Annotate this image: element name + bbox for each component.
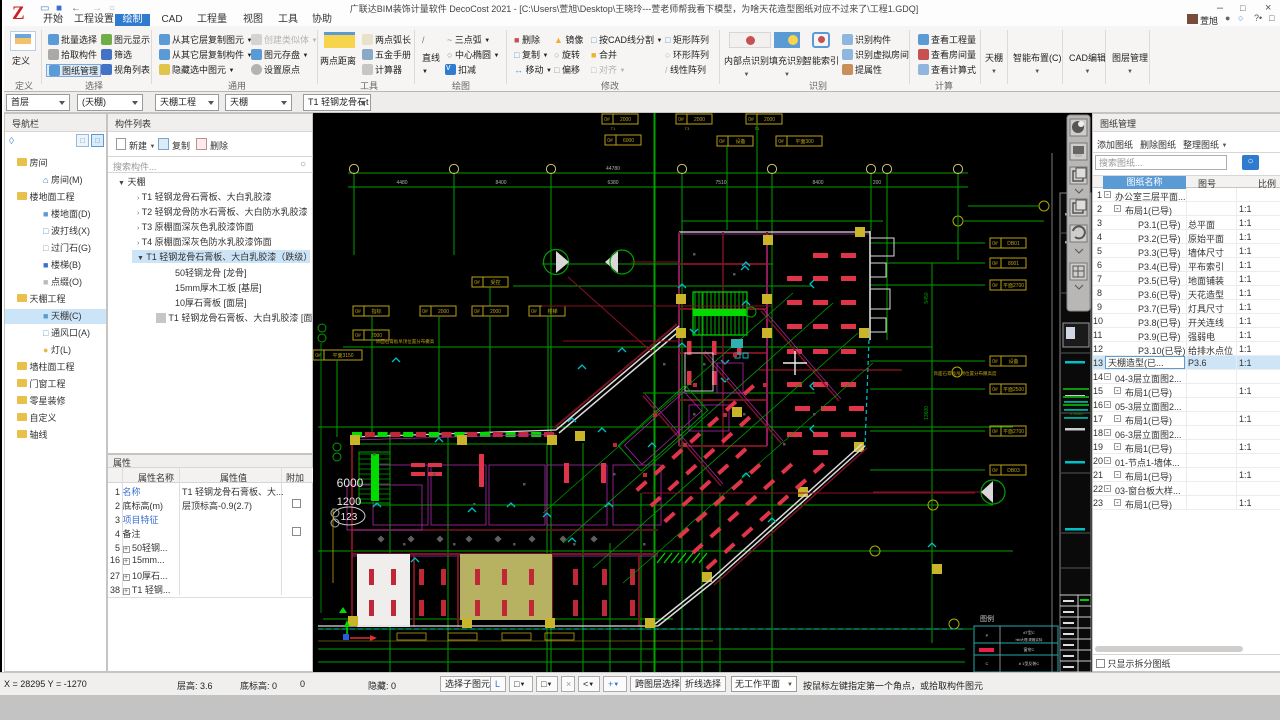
- svg-text:图例: 图例: [980, 614, 994, 623]
- svg-text:8400: 8400: [495, 180, 506, 186]
- svg-text:平面2500: 平面2500: [1003, 387, 1024, 393]
- svg-text:7510: 7510: [715, 180, 726, 186]
- svg-text:2000: 2000: [620, 117, 631, 123]
- svg-text:0#: 0#: [531, 309, 537, 315]
- svg-text:0#: 0#: [778, 139, 784, 145]
- svg-text:0#: 0#: [604, 117, 610, 123]
- svg-text:DB03: DB03: [1007, 468, 1020, 474]
- svg-text:#T型C: #T型C: [1023, 629, 1035, 635]
- svg-text:6380: 6380: [607, 180, 618, 186]
- svg-text:平面3150: 平面3150: [332, 353, 353, 359]
- svg-text:0#: 0#: [678, 117, 684, 123]
- svg-text:平面2700: 平面2700: [1003, 283, 1024, 289]
- svg-text:C: C: [986, 661, 989, 666]
- svg-text:5450: 5450: [924, 292, 930, 303]
- svg-text:1200: 1200: [337, 496, 361, 508]
- svg-text:2000: 2000: [764, 117, 775, 123]
- svg-text:楼梯: 楼梯: [547, 308, 557, 315]
- svg-text:DB01: DB01: [1007, 241, 1020, 247]
- svg-text:0#: 0#: [422, 309, 428, 315]
- svg-text:2000: 2000: [694, 117, 705, 123]
- svg-text:0#: 0#: [315, 353, 321, 359]
- svg-text:6000: 6000: [337, 476, 364, 490]
- svg-text:饰面石膏板吊顶位置分布撒高度: 饰面石膏板吊顶位置分布撒高度: [934, 370, 997, 377]
- svg-text:T1: T1: [611, 126, 616, 131]
- svg-text:8001: 8001: [1008, 261, 1019, 267]
- svg-text:P: P: [986, 633, 989, 638]
- svg-text:hfd大理,规格实际: hfd大理,规格实际: [1016, 637, 1043, 642]
- svg-text:平面2700: 平面2700: [1003, 429, 1024, 435]
- svg-text:0#: 0#: [748, 117, 754, 123]
- svg-text:T3: T3: [685, 126, 690, 131]
- svg-text:2000: 2000: [438, 309, 449, 315]
- svg-text:13600: 13600: [924, 406, 930, 420]
- svg-text:0#: 0#: [992, 261, 998, 267]
- svg-text:饰面石膏板吊顶位置分布撒高: 饰面石膏板吊顶位置分布撒高: [376, 338, 435, 345]
- svg-text:6000: 6000: [623, 138, 634, 144]
- svg-text:0#: 0#: [474, 280, 480, 286]
- svg-text:8400: 8400: [812, 180, 823, 186]
- svg-text:0#: 0#: [992, 387, 998, 393]
- svg-text:0#: 0#: [992, 359, 998, 365]
- svg-text:设备: 设备: [1008, 358, 1018, 365]
- svg-text:设备: 设备: [735, 138, 745, 145]
- svg-text:44780: 44780: [606, 166, 620, 172]
- svg-text:0#: 0#: [992, 468, 998, 474]
- svg-text:0#: 0#: [719, 139, 725, 145]
- svg-text:T1: T1: [755, 126, 760, 131]
- svg-text:0#: 0#: [474, 309, 480, 315]
- svg-text:0#: 0#: [355, 333, 361, 339]
- svg-text:# 1型反装C: # 1型反装C: [1019, 660, 1040, 666]
- svg-text:平面300: 平面300: [795, 139, 814, 145]
- svg-text:4480: 4480: [396, 180, 407, 186]
- svg-text:窗帘C: 窗帘C: [1024, 646, 1035, 652]
- svg-text:指标: 指标: [371, 308, 381, 315]
- svg-text:200: 200: [873, 180, 882, 186]
- svg-text:0#: 0#: [992, 241, 998, 247]
- svg-text:0#: 0#: [607, 138, 613, 144]
- svg-text:-1,0485: -1,0485: [1069, 411, 1083, 416]
- svg-text:123: 123: [341, 512, 358, 523]
- svg-text:0#: 0#: [355, 309, 361, 315]
- svg-text:受控: 受控: [490, 279, 500, 286]
- svg-text:2000: 2000: [490, 309, 501, 315]
- svg-text:0#: 0#: [992, 283, 998, 289]
- svg-text:0#: 0#: [992, 429, 998, 435]
